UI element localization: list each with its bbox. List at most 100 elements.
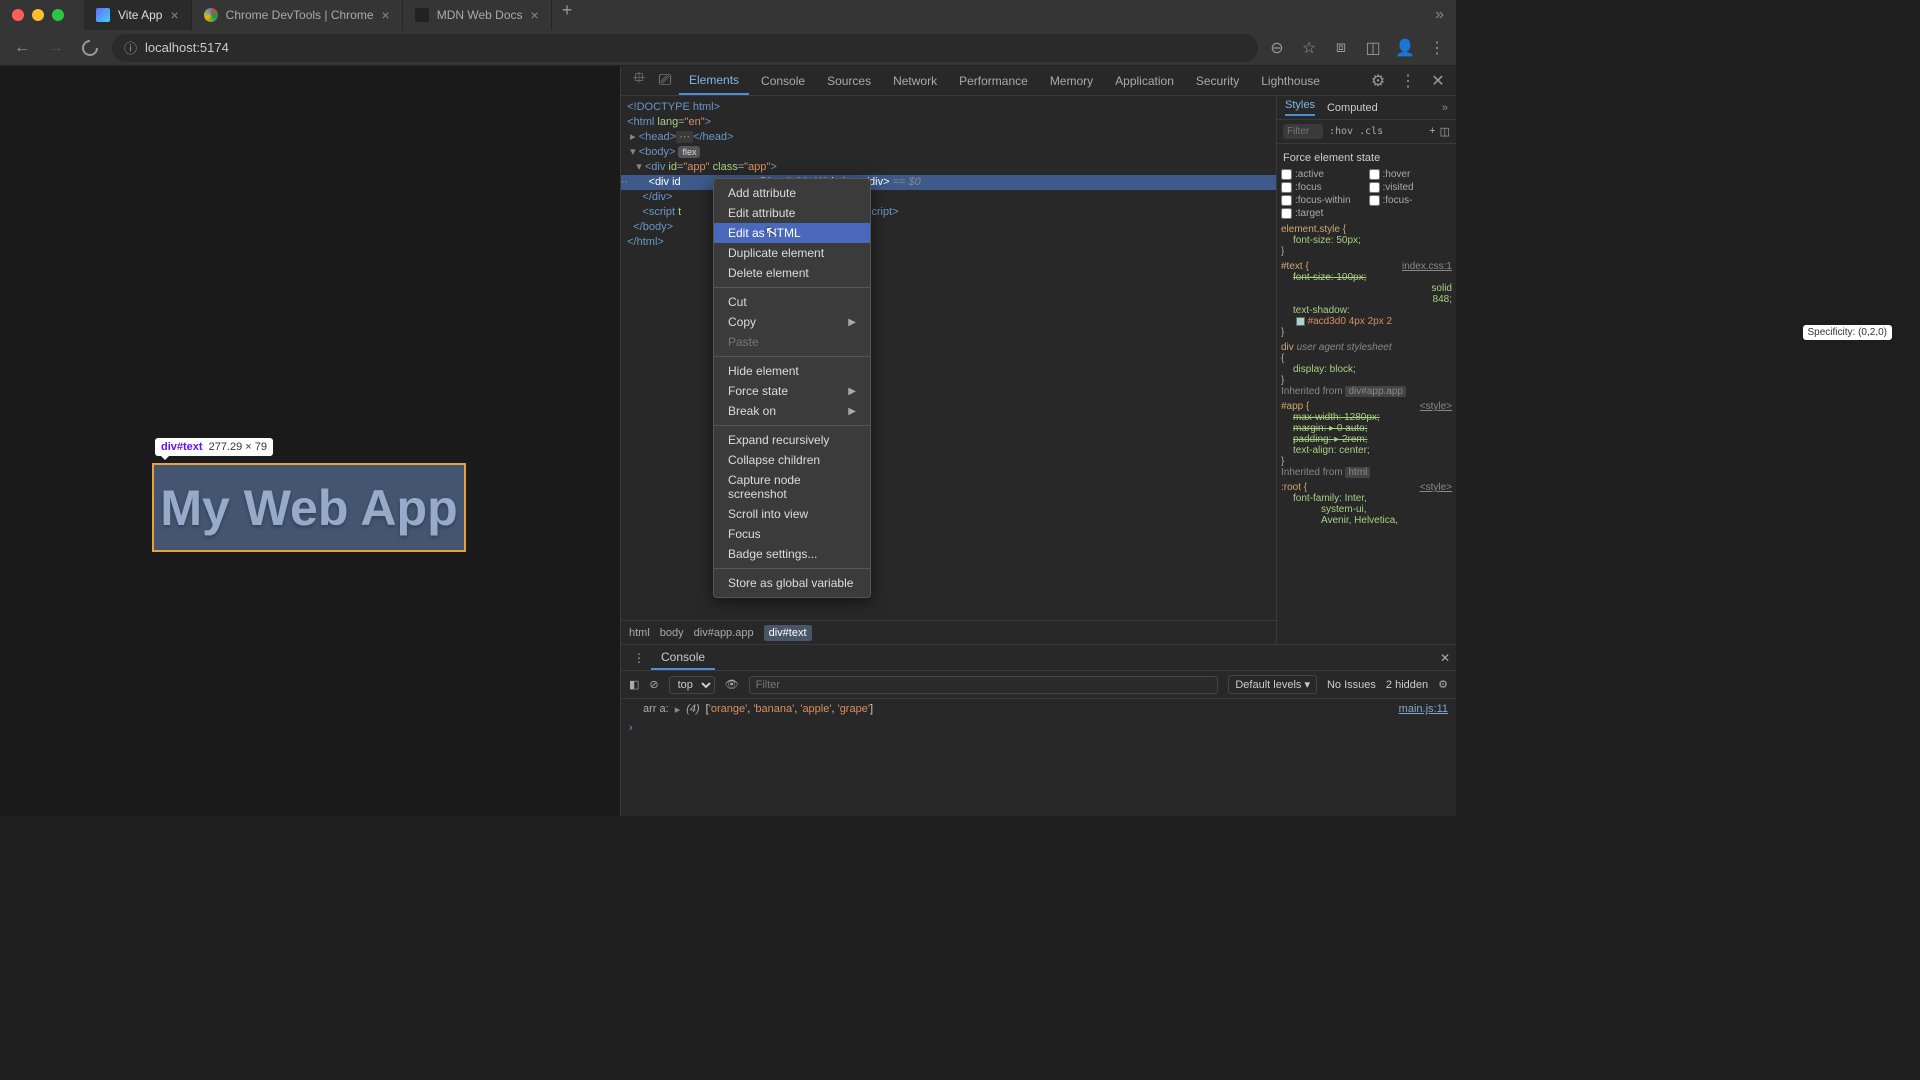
device-toolbar-icon[interactable]: ⎚ bbox=[653, 69, 677, 93]
side-panel-icon[interactable]: ◫ bbox=[1364, 39, 1382, 57]
ctx-item-delete-element[interactable]: Delete element bbox=[714, 263, 870, 283]
more-icon[interactable]: ⋮ bbox=[1396, 69, 1420, 93]
drawer-tab-console[interactable]: Console bbox=[651, 646, 715, 670]
expand-arrow-icon[interactable]: ▸ bbox=[675, 703, 681, 716]
console-body[interactable]: arr a: ▸ (4) ['orange', 'banana', 'apple… bbox=[621, 699, 1456, 816]
minimize-window[interactable] bbox=[32, 9, 44, 21]
chk-visited[interactable]: :visited bbox=[1369, 181, 1453, 194]
dom-app[interactable]: ▾ <div id="app" class="app"> bbox=[621, 160, 1276, 175]
rule-app[interactable]: #app {<style> max-width: 1280px; margin:… bbox=[1281, 401, 1452, 467]
ctx-item-focus[interactable]: Focus bbox=[714, 524, 870, 544]
cls-badge[interactable]: .cls bbox=[1359, 126, 1383, 137]
context-select[interactable]: top bbox=[669, 676, 715, 694]
tab-vite-app[interactable]: Vite App × bbox=[84, 0, 192, 30]
profile-icon[interactable]: 👤 bbox=[1396, 39, 1414, 57]
crumb-body[interactable]: body bbox=[660, 627, 684, 639]
close-devtools-icon[interactable]: ✕ bbox=[1426, 69, 1450, 93]
extensions-icon[interactable]: ⧈ bbox=[1332, 39, 1350, 57]
ctx-item-force-state[interactable]: Force state▶ bbox=[714, 381, 870, 401]
zoom-icon[interactable]: ⊖ bbox=[1268, 39, 1286, 57]
sidebar-toggle-icon[interactable]: ◧ bbox=[629, 678, 639, 691]
tab-console[interactable]: Console bbox=[751, 68, 815, 94]
close-tab-icon[interactable]: × bbox=[170, 7, 178, 23]
rule-root[interactable]: :root {<style> font-family: Inter, syste… bbox=[1281, 482, 1452, 526]
console-prompt[interactable]: › bbox=[629, 722, 1448, 734]
bookmark-icon[interactable]: ☆ bbox=[1300, 39, 1318, 57]
rule-text[interactable]: #text {index.css:1 font-size: 100px; sol… bbox=[1281, 261, 1452, 338]
settings-icon[interactable]: ⚙ bbox=[1366, 69, 1390, 93]
new-style-icon[interactable]: + bbox=[1429, 125, 1435, 138]
tab-computed[interactable]: Computed bbox=[1327, 102, 1378, 114]
styles-content[interactable]: Force element state :active :focus :focu… bbox=[1277, 144, 1456, 644]
maximize-window[interactable] bbox=[52, 9, 64, 21]
dom-body[interactable]: ▾ <body>flex bbox=[621, 145, 1276, 160]
ctx-item-collapse-children[interactable]: Collapse children bbox=[714, 450, 870, 470]
ctx-item-add-attribute[interactable]: Add attribute bbox=[714, 183, 870, 203]
ctx-item-duplicate-element[interactable]: Duplicate element bbox=[714, 243, 870, 263]
clear-console-icon[interactable]: ⊘ bbox=[649, 678, 658, 691]
ctx-item-expand-recursively[interactable]: Expand recursively bbox=[714, 430, 870, 450]
close-tab-icon[interactable]: × bbox=[382, 7, 390, 23]
crumb-text[interactable]: div#text bbox=[764, 625, 812, 641]
tab-security[interactable]: Security bbox=[1186, 68, 1249, 94]
no-issues-label[interactable]: No Issues bbox=[1327, 679, 1376, 691]
chk-hover[interactable]: :hover bbox=[1369, 168, 1453, 181]
crumb-app[interactable]: div#app.app bbox=[694, 627, 754, 639]
reload-button[interactable] bbox=[78, 36, 102, 60]
chk-active[interactable]: :active bbox=[1281, 168, 1365, 181]
ctx-item-hide-element[interactable]: Hide element bbox=[714, 361, 870, 381]
rule-element-style[interactable]: element.style { font-size: 50px; } bbox=[1281, 224, 1452, 257]
dom-head[interactable]: ▸ <head>⋯</head> bbox=[621, 130, 1276, 145]
rule-div-ua[interactable]: div user agent stylesheet { display: blo… bbox=[1281, 342, 1452, 386]
ctx-item-copy[interactable]: Copy▶ bbox=[714, 312, 870, 332]
log-location[interactable]: main.js:11 bbox=[1399, 703, 1448, 716]
styles-filter-input[interactable] bbox=[1283, 124, 1323, 139]
tab-lighthouse[interactable]: Lighthouse bbox=[1251, 68, 1330, 94]
tab-application[interactable]: Application bbox=[1105, 68, 1184, 94]
console-settings-icon[interactable]: ⚙ bbox=[1438, 678, 1448, 691]
log-line[interactable]: arr a: ▸ (4) ['orange', 'banana', 'apple… bbox=[629, 703, 1448, 716]
tab-performance[interactable]: Performance bbox=[949, 68, 1038, 94]
inspect-element-icon[interactable]: ⯐ bbox=[627, 69, 651, 93]
tab-network[interactable]: Network bbox=[883, 68, 947, 94]
log-levels-select[interactable]: Default levels ▾ bbox=[1228, 675, 1317, 694]
live-expression-icon[interactable]: 👁 bbox=[725, 678, 739, 691]
expand-tabs-icon[interactable]: » bbox=[1435, 6, 1444, 24]
tab-mdn[interactable]: MDN Web Docs × bbox=[403, 0, 552, 30]
tab-memory[interactable]: Memory bbox=[1040, 68, 1103, 94]
close-window[interactable] bbox=[12, 9, 24, 21]
drawer-menu-icon[interactable]: ⋮ bbox=[627, 651, 651, 665]
dom-html[interactable]: <html lang="en"> bbox=[621, 115, 1276, 130]
ctx-item-edit-attribute[interactable]: Edit attribute bbox=[714, 203, 870, 223]
color-swatch[interactable] bbox=[1296, 317, 1305, 326]
url-field[interactable]: ⓘ localhost:5174 bbox=[112, 34, 1258, 62]
tab-styles[interactable]: Styles bbox=[1285, 99, 1315, 116]
close-drawer-icon[interactable]: ✕ bbox=[1440, 651, 1450, 665]
computed-toggle-icon[interactable]: ◫ bbox=[1440, 125, 1450, 138]
ctx-item-break-on[interactable]: Break on▶ bbox=[714, 401, 870, 421]
hov-badge[interactable]: :hov bbox=[1329, 126, 1353, 137]
chk-focus-within[interactable]: :focus-within bbox=[1281, 194, 1365, 207]
chk-focus[interactable]: :focus bbox=[1281, 181, 1365, 194]
ctx-item-cut[interactable]: Cut bbox=[714, 292, 870, 312]
site-info-icon[interactable]: ⓘ bbox=[124, 38, 137, 57]
menu-icon[interactable]: ⋮ bbox=[1428, 39, 1446, 57]
tab-devtools[interactable]: Chrome DevTools | Chrome × bbox=[192, 0, 403, 30]
dom-doctype[interactable]: <!DOCTYPE html> bbox=[621, 100, 1276, 115]
chk-target[interactable]: :target bbox=[1281, 207, 1365, 220]
new-tab-button[interactable]: + bbox=[552, 0, 583, 30]
tab-sources[interactable]: Sources bbox=[817, 68, 881, 94]
hidden-count[interactable]: 2 hidden bbox=[1386, 679, 1428, 691]
ctx-item-badge-settings-[interactable]: Badge settings... bbox=[714, 544, 870, 564]
ctx-item-scroll-into-view[interactable]: Scroll into view bbox=[714, 504, 870, 524]
back-button[interactable]: ← bbox=[10, 36, 34, 60]
ctx-item-store-as-global-variable[interactable]: Store as global variable bbox=[714, 573, 870, 593]
more-tabs-icon[interactable]: » bbox=[1442, 102, 1448, 114]
close-tab-icon[interactable]: × bbox=[531, 7, 539, 23]
chk-focus-v[interactable]: :focus- bbox=[1369, 194, 1453, 207]
forward-button[interactable]: → bbox=[44, 36, 68, 60]
console-filter-input[interactable] bbox=[749, 676, 1219, 694]
tab-elements[interactable]: Elements bbox=[679, 67, 749, 95]
ctx-item-edit-as-html[interactable]: Edit as HTML bbox=[714, 223, 870, 243]
ctx-item-capture-node-screenshot[interactable]: Capture node screenshot bbox=[714, 470, 870, 504]
